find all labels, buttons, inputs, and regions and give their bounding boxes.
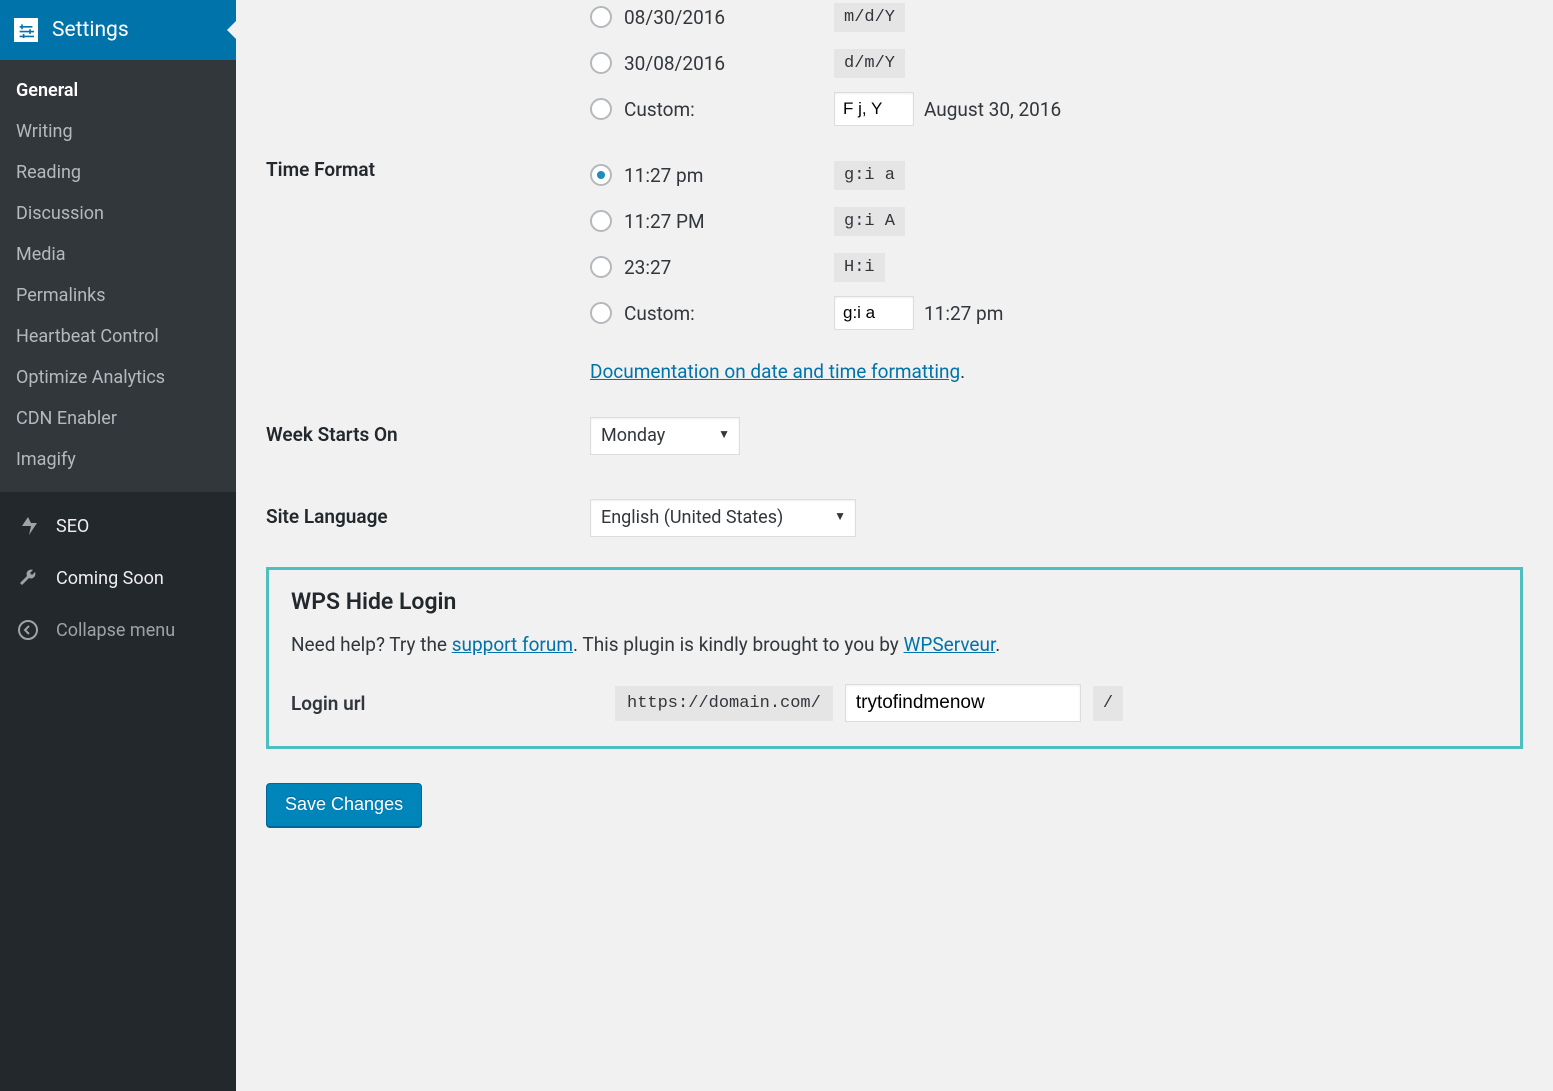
radio-icon[interactable] bbox=[590, 302, 612, 324]
date-time-doc-link[interactable]: Documentation on date and time formattin… bbox=[590, 360, 960, 383]
date-format-row: 08/30/2016m/d/Y30/08/2016d/m/YCustom:Aug… bbox=[266, 0, 1523, 132]
format-code: g:i A bbox=[834, 207, 905, 236]
settings-slider-icon bbox=[14, 18, 38, 42]
week-starts-label: Week Starts On bbox=[266, 417, 590, 446]
time-format-option[interactable]: 11:27 pmg:i a bbox=[590, 152, 1523, 198]
support-forum-link[interactable]: support forum bbox=[452, 633, 573, 656]
date-format-option[interactable]: 30/08/2016d/m/Y bbox=[590, 40, 1523, 86]
sidebar-item-reading[interactable]: Reading bbox=[0, 152, 236, 193]
radio-icon[interactable] bbox=[590, 210, 612, 232]
date-format-preview: August 30, 2016 bbox=[924, 98, 1061, 121]
wps-hide-login-panel: WPS Hide Login Need help? Try the suppor… bbox=[266, 567, 1523, 749]
wps-help-text: Need help? Try the support forum. This p… bbox=[291, 633, 1498, 656]
sidebar-item-collapse-menu[interactable]: Collapse menu bbox=[0, 604, 236, 656]
login-url-prefix: https://domain.com/ bbox=[615, 686, 833, 721]
time-format-preview: 11:27 pm bbox=[924, 302, 1003, 325]
time-format-option[interactable]: 11:27 PMg:i A bbox=[590, 198, 1523, 244]
radio-icon[interactable] bbox=[590, 52, 612, 74]
sidebar-item-permalinks[interactable]: Permalinks bbox=[0, 275, 236, 316]
site-language-row: Site Language English (United States) bbox=[266, 455, 1523, 537]
format-code: m/d/Y bbox=[834, 3, 905, 32]
date-format-option[interactable]: 08/30/2016m/d/Y bbox=[590, 0, 1523, 40]
settings-general-page: 08/30/2016m/d/Y30/08/2016d/m/YCustom:Aug… bbox=[236, 0, 1553, 1091]
sidebar-item-coming-soon[interactable]: Coming Soon bbox=[0, 552, 236, 604]
login-url-label: Login url bbox=[291, 692, 615, 715]
sidebar-item-writing[interactable]: Writing bbox=[0, 111, 236, 152]
format-code: H:i bbox=[834, 253, 885, 282]
sidebar-item-imagify[interactable]: Imagify bbox=[0, 439, 236, 480]
sidebar-lower-items: SEOComing SoonCollapse menu bbox=[0, 492, 236, 664]
time-format-label: Time Format bbox=[266, 152, 590, 181]
sidebar-item-general[interactable]: General bbox=[0, 70, 236, 111]
radio-icon[interactable] bbox=[590, 98, 612, 120]
login-url-suffix: / bbox=[1093, 686, 1123, 721]
format-code: d/m/Y bbox=[834, 49, 905, 78]
wpserveur-link[interactable]: WPServeur bbox=[904, 633, 996, 656]
seo-icon bbox=[16, 514, 40, 538]
sidebar-item-seo[interactable]: SEO bbox=[0, 500, 236, 552]
radio-icon[interactable] bbox=[590, 6, 612, 28]
week-starts-select[interactable]: Monday bbox=[590, 417, 740, 455]
site-language-select-wrap[interactable]: English (United States) bbox=[590, 499, 856, 537]
wps-title: WPS Hide Login bbox=[291, 588, 1498, 615]
doc-link-row: Documentation on date and time formattin… bbox=[590, 360, 1523, 383]
radio-icon[interactable] bbox=[590, 256, 612, 278]
sidebar-settings-header[interactable]: Settings bbox=[0, 0, 236, 60]
site-language-select[interactable]: English (United States) bbox=[590, 499, 856, 537]
radio-icon[interactable] bbox=[590, 164, 612, 186]
date-format-custom-input[interactable] bbox=[834, 92, 914, 126]
wrench-icon bbox=[16, 566, 40, 590]
sidebar-item-discussion[interactable]: Discussion bbox=[0, 193, 236, 234]
time-format-row: Time Format 11:27 pmg:i a11:27 PMg:i A23… bbox=[266, 132, 1523, 383]
date-format-custom[interactable]: Custom:August 30, 2016 bbox=[590, 86, 1523, 132]
week-starts-select-wrap[interactable]: Monday bbox=[590, 417, 740, 455]
admin-sidebar: Settings GeneralWritingReadingDiscussion… bbox=[0, 0, 236, 1091]
sidebar-item-heartbeat-control[interactable]: Heartbeat Control bbox=[0, 316, 236, 357]
sidebar-header-label: Settings bbox=[52, 18, 129, 42]
week-starts-row: Week Starts On Monday bbox=[266, 383, 1523, 455]
login-url-input[interactable] bbox=[845, 684, 1081, 722]
login-url-row: Login url https://domain.com/ / bbox=[291, 684, 1498, 722]
save-changes-button[interactable]: Save Changes bbox=[266, 783, 422, 827]
time-format-custom[interactable]: Custom:11:27 pm bbox=[590, 290, 1523, 336]
sidebar-item-media[interactable]: Media bbox=[0, 234, 236, 275]
settings-submenu: GeneralWritingReadingDiscussionMediaPerm… bbox=[0, 60, 236, 492]
sidebar-item-cdn-enabler[interactable]: CDN Enabler bbox=[0, 398, 236, 439]
format-code: g:i a bbox=[834, 161, 905, 190]
site-language-label: Site Language bbox=[266, 499, 590, 528]
sidebar-item-optimize-analytics[interactable]: Optimize Analytics bbox=[0, 357, 236, 398]
time-format-option[interactable]: 23:27H:i bbox=[590, 244, 1523, 290]
time-format-custom-input[interactable] bbox=[834, 296, 914, 330]
collapse-icon bbox=[16, 618, 40, 642]
